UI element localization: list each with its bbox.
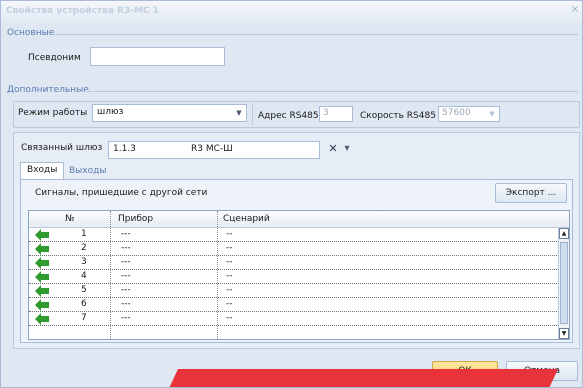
row-device: ---: [121, 313, 131, 323]
table-row[interactable]: 6 --- --: [29, 298, 557, 312]
row-number: 2: [81, 243, 87, 253]
row-device: ---: [121, 285, 131, 295]
row-scenario: --: [226, 271, 233, 281]
table-scrollbar[interactable]: ▲ ▼: [558, 228, 569, 339]
row-scenario: --: [226, 243, 233, 253]
green-left-arrow-icon: [35, 313, 49, 325]
basic-group-divider: [53, 34, 578, 35]
basic-group-title: Основные: [7, 28, 55, 38]
column-header-device[interactable]: Прибор: [118, 214, 153, 224]
row-device: ---: [121, 243, 131, 253]
row-scenario: --: [226, 285, 233, 295]
linked-gateway-select[interactable]: 1.1.3 R3 МС-Ш: [108, 141, 320, 159]
rs485-speed-value: 57600: [442, 108, 471, 118]
row-number: 7: [81, 313, 87, 323]
mode-dropdown-icon[interactable]: ▼: [232, 105, 246, 121]
row-number: 4: [81, 271, 87, 281]
linked-gateway-label: Связанный шлюз: [21, 143, 103, 153]
scroll-down-icon[interactable]: ▼: [559, 328, 569, 339]
table-row[interactable]: 1 --- --: [29, 228, 557, 242]
row-number: 6: [81, 299, 87, 309]
export-button[interactable]: Экспорт ...: [495, 183, 567, 203]
green-left-arrow-icon: [35, 285, 49, 297]
row-device: ---: [121, 299, 131, 309]
signals-caption: Сигналы, пришедшие с другой сети: [35, 188, 208, 198]
row-number: 5: [81, 285, 87, 295]
mode-select[interactable]: шлюз: [92, 104, 247, 122]
row-device: ---: [121, 271, 131, 281]
table-row[interactable]: 3 --- --: [29, 256, 557, 270]
table-row[interactable]: 2 --- --: [29, 242, 557, 256]
clear-gateway-icon[interactable]: ✕: [326, 141, 340, 157]
close-icon[interactable]: ×: [571, 4, 579, 15]
tab-inputs[interactable]: Входы: [20, 162, 65, 179]
rs485-speed-label: Скорость RS485: [360, 111, 436, 121]
rs485-address-input[interactable]: 3: [319, 106, 353, 122]
scroll-thumb[interactable]: [560, 242, 568, 324]
green-left-arrow-icon: [35, 271, 49, 283]
rs485-address-label: Адрес RS485: [258, 111, 319, 121]
mode-select-value: шлюз: [97, 107, 124, 117]
mode-separator: [252, 103, 253, 125]
row-scenario: --: [226, 299, 233, 309]
rs485-speed-dropdown-icon[interactable]: ▼: [485, 106, 499, 122]
extra-group-title: Дополнительные: [7, 85, 89, 95]
row-scenario: --: [226, 313, 233, 323]
row-device: ---: [121, 229, 131, 239]
table-row[interactable]: 5 --- --: [29, 284, 557, 298]
table-row[interactable]: 4 --- --: [29, 270, 557, 284]
green-left-arrow-icon: [35, 299, 49, 311]
alias-label: Псевдоним: [28, 53, 81, 63]
title-bar[interactable]: Свойства устройства R3-МС 1 ×: [1, 1, 582, 23]
signals-table: № Прибор Сценарий 1 --- -- 2 --- -- 3 --…: [28, 210, 570, 340]
mode-label: Режим работы: [18, 108, 88, 118]
gateway-dropdown-icon[interactable]: ▾: [340, 141, 354, 157]
watermark-stripe: [164, 369, 558, 387]
row-number: 3: [81, 257, 87, 267]
green-left-arrow-icon: [35, 257, 49, 269]
window-title: Свойства устройства R3-МС 1: [6, 6, 159, 16]
row-device: ---: [121, 257, 131, 267]
row-number: 1: [81, 229, 87, 239]
linked-gateway-name: R3 МС-Ш: [191, 144, 233, 154]
scroll-up-icon[interactable]: ▲: [559, 228, 569, 239]
column-header-scenario[interactable]: Сценарий: [223, 214, 270, 224]
column-header-number[interactable]: №: [65, 214, 74, 224]
device-properties-dialog: Свойства устройства R3-МС 1 × Основные П…: [0, 0, 583, 388]
row-scenario: --: [226, 229, 233, 239]
green-left-arrow-icon: [35, 243, 49, 255]
green-left-arrow-icon: [35, 229, 49, 241]
linked-gateway-address: 1.1.3: [113, 144, 136, 154]
table-row[interactable]: 7 --- --: [29, 312, 557, 326]
extra-group-divider: [79, 91, 578, 92]
row-scenario: --: [226, 257, 233, 267]
alias-input[interactable]: [90, 47, 225, 66]
